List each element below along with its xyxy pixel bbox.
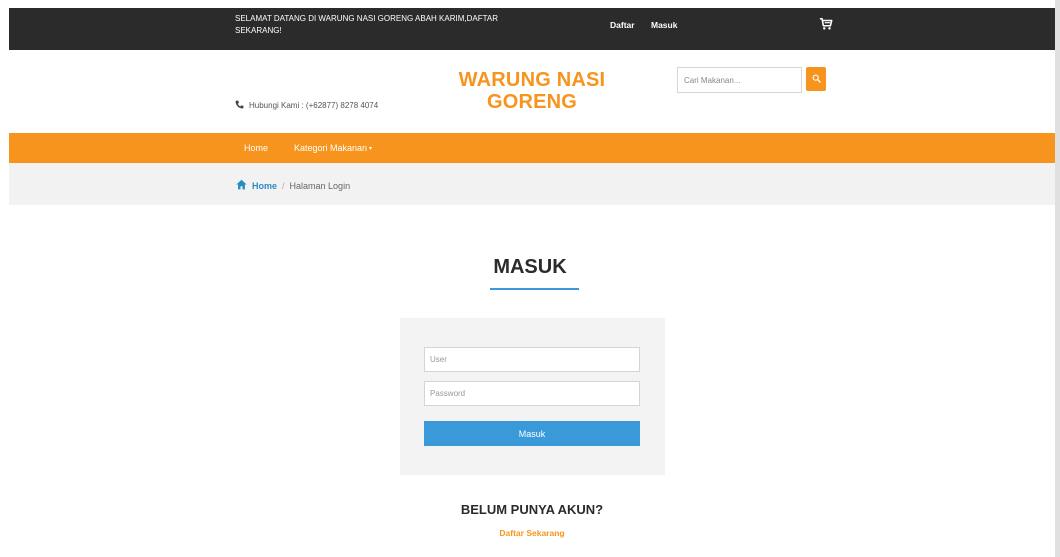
no-account-heading: BELUM PUNYA AKUN? xyxy=(460,502,604,517)
search-input[interactable] xyxy=(677,67,802,93)
masuk-link[interactable]: Masuk xyxy=(651,20,677,30)
nav-kategori-label: Kategori Makanan xyxy=(294,143,368,153)
home-icon xyxy=(236,179,247,192)
nav-kategori-makanan[interactable]: Kategori Makanan ▾ xyxy=(294,143,372,153)
breadcrumb-bar: Home / Halaman Login xyxy=(9,163,1055,205)
main-nav: Home Kategori Makanan ▾ xyxy=(9,133,1055,163)
scrollbar[interactable] xyxy=(1055,0,1060,557)
welcome-message: SELAMAT DATANG DI WARUNG NASI GORENG ABA… xyxy=(235,14,498,35)
login-button[interactable]: Masuk xyxy=(424,421,640,446)
phone-icon xyxy=(235,100,244,111)
brand-logo[interactable]: WARUNG NASI GORENG xyxy=(432,69,632,113)
nav-home[interactable]: Home xyxy=(244,143,268,153)
contact-phone: Hubungi Kami : (+62877) 8278 4074 xyxy=(235,100,378,111)
breadcrumb-current: Halaman Login xyxy=(289,180,351,191)
daftar-link[interactable]: Daftar xyxy=(610,20,635,30)
user-field[interactable] xyxy=(424,347,640,372)
top-bar: SELAMAT DATANG DI WARUNG NASI GORENG ABA… xyxy=(9,8,1055,50)
title-underline xyxy=(490,288,579,290)
register-link[interactable]: Daftar Sekarang xyxy=(482,528,582,538)
page: SELAMAT DATANG DI WARUNG NASI GORENG ABA… xyxy=(0,0,1060,557)
search-button[interactable] xyxy=(806,67,826,91)
search-icon xyxy=(812,70,821,88)
breadcrumb-separator: / xyxy=(282,180,285,191)
phone-text: Hubungi Kami : (+62877) 8278 4074 xyxy=(249,101,379,110)
breadcrumb-home[interactable]: Home xyxy=(252,181,277,191)
password-field[interactable] xyxy=(424,381,640,406)
breadcrumb: Home / Halaman Login xyxy=(236,179,350,192)
chevron-down-icon: ▾ xyxy=(369,145,373,152)
login-form: Masuk xyxy=(400,318,665,475)
cart-icon[interactable] xyxy=(819,17,833,31)
page-title: MASUK xyxy=(493,256,567,278)
